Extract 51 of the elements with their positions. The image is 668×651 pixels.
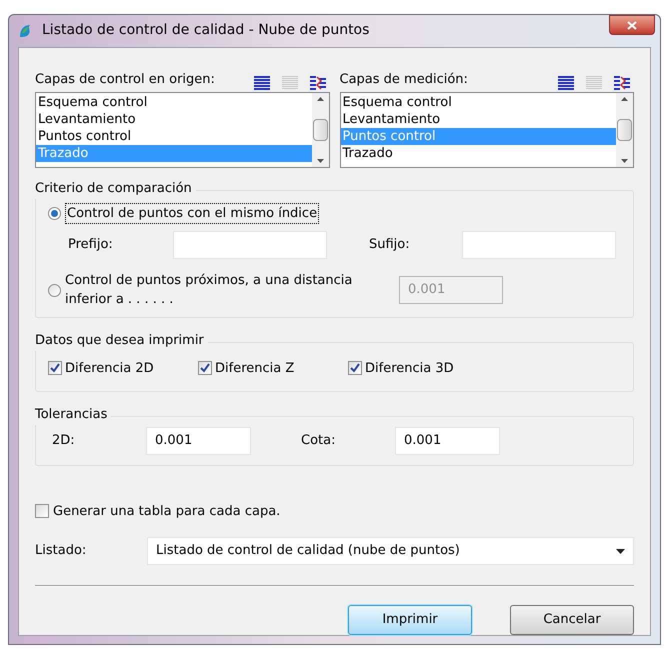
caret-down-icon bbox=[616, 548, 625, 554]
scroll-thumb[interactable] bbox=[312, 118, 328, 140]
print-button[interactable]: Imprimir bbox=[348, 605, 472, 635]
scrollbar[interactable] bbox=[616, 92, 633, 166]
text-field[interactable]: 0.001 bbox=[395, 426, 500, 454]
invert-selection-icon[interactable] bbox=[614, 76, 630, 90]
text-field[interactable] bbox=[462, 230, 616, 258]
list-item[interactable]: Trazado bbox=[340, 144, 616, 162]
list-item[interactable]: Esquema control bbox=[36, 94, 312, 110]
list-item[interactable]: Esquema control bbox=[340, 94, 616, 110]
window-title: Listado de control de calidad - Nube de puntos bbox=[42, 21, 370, 40]
field-label: Listado: bbox=[35, 542, 88, 560]
checkbox-label[interactable]: Diferencia 3D bbox=[365, 358, 454, 378]
text-field[interactable] bbox=[173, 230, 327, 258]
group-title: Criterio de comparación bbox=[35, 178, 196, 198]
field-label: Cota: bbox=[301, 432, 336, 450]
list-label: Capas de medición: bbox=[340, 71, 468, 89]
layer-list[interactable]: Esquema control Levantamiento Puntos control Trazado bbox=[340, 92, 634, 168]
close-icon bbox=[627, 20, 637, 30]
checkbox[interactable] bbox=[348, 361, 362, 376]
list-item[interactable]: Puntos control bbox=[36, 128, 312, 144]
select-all-icon[interactable] bbox=[254, 76, 270, 90]
select-all-icon[interactable] bbox=[558, 76, 574, 90]
scroll-thumb[interactable] bbox=[617, 118, 632, 140]
checkbox[interactable] bbox=[35, 504, 49, 518]
scrollbar[interactable] bbox=[312, 92, 328, 166]
checkbox-label[interactable]: Diferencia Z bbox=[215, 358, 294, 378]
field-label: Prefijo: bbox=[68, 236, 114, 254]
list-label: Capas de control en origen: bbox=[35, 71, 215, 89]
radio-label[interactable]: Control de puntos con el mismo índice bbox=[65, 202, 320, 224]
layer-list[interactable]: Esquema control Levantamiento Puntos control Trazado bbox=[35, 92, 330, 168]
checkbox-label[interactable]: Generar una tabla para cada capa. bbox=[53, 502, 280, 521]
checkbox[interactable] bbox=[198, 361, 212, 376]
radio-button[interactable] bbox=[48, 207, 61, 220]
list-item[interactable]: Levantamiento bbox=[340, 110, 616, 128]
checkbox[interactable] bbox=[48, 361, 62, 376]
close-button[interactable] bbox=[609, 15, 655, 35]
checkbox-label[interactable]: Diferencia 2D bbox=[65, 358, 154, 378]
report-dropdown[interactable]: Listado de control de calidad (nube de puntos) bbox=[147, 537, 634, 565]
list-item[interactable]: Levantamiento bbox=[36, 110, 312, 128]
field-label: 2D: bbox=[52, 432, 76, 450]
radio-label[interactable]: Control de puntos próximos, a una distancia inferior a . . . . . . bbox=[65, 270, 395, 310]
scroll-up-icon[interactable] bbox=[316, 96, 324, 100]
cancel-button[interactable]: Cancelar bbox=[510, 605, 634, 635]
radio-button[interactable] bbox=[48, 284, 61, 296]
scroll-down-icon[interactable] bbox=[621, 158, 628, 162]
field-label: Sufijo: bbox=[369, 236, 411, 254]
invert-selection-icon[interactable] bbox=[310, 76, 326, 90]
scroll-up-icon[interactable] bbox=[621, 96, 628, 100]
scroll-down-icon[interactable] bbox=[316, 158, 324, 162]
text-field[interactable]: 0.001 bbox=[146, 426, 251, 454]
